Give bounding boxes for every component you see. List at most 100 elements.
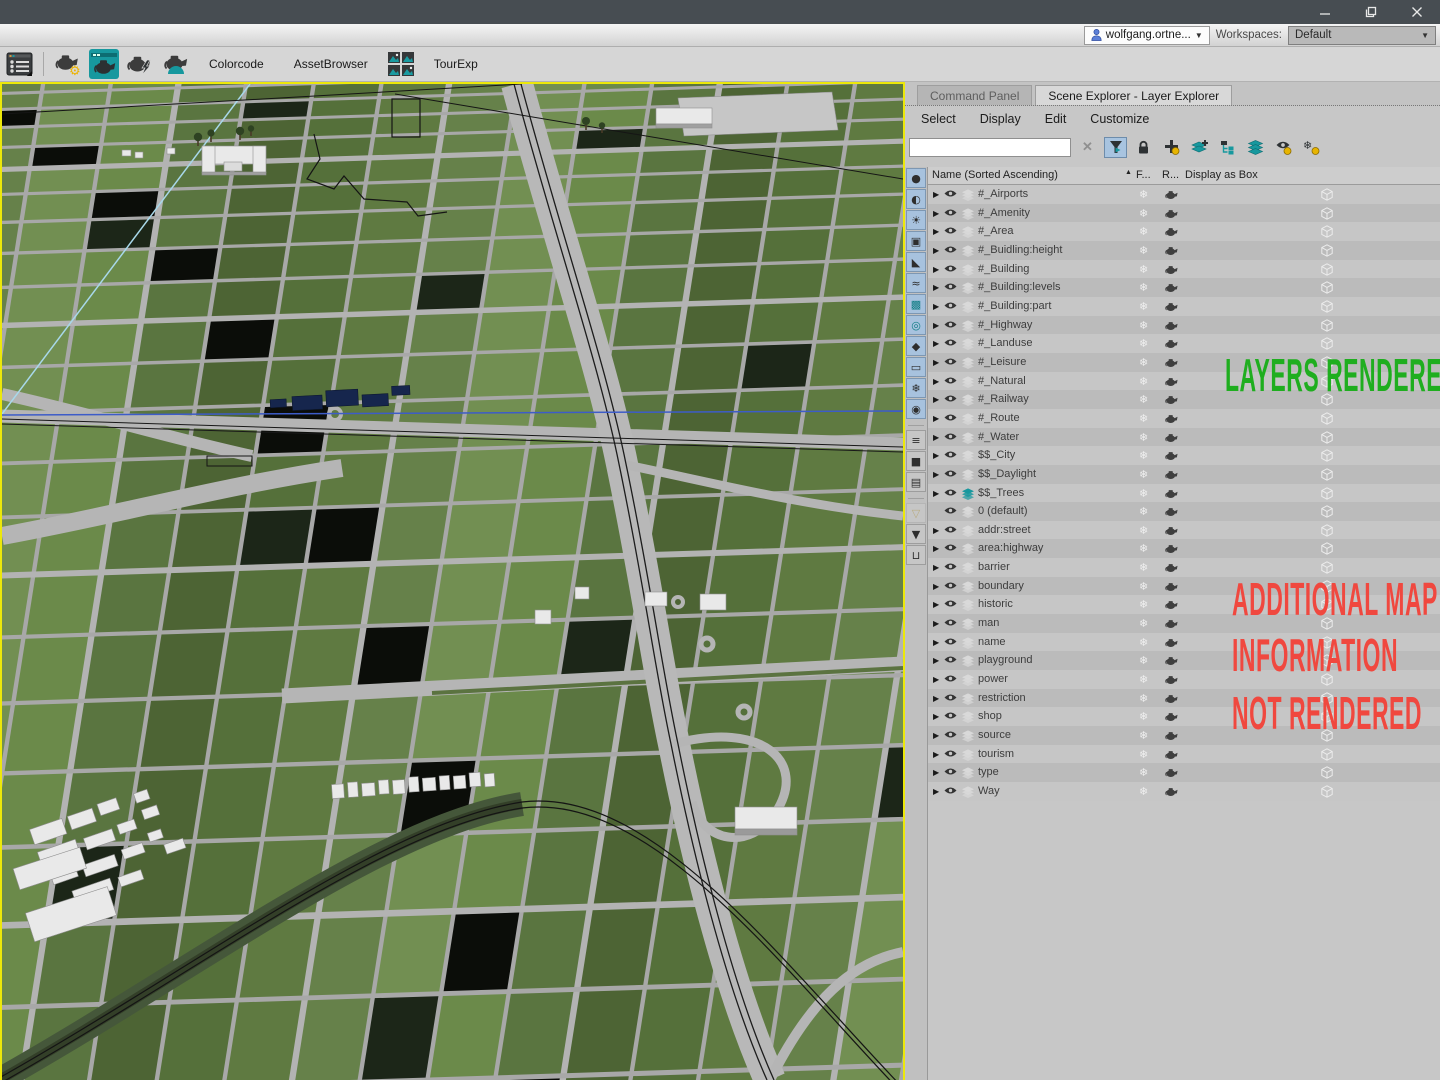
new-layer-button[interactable] [1188,137,1211,158]
visibility-eye-icon[interactable] [944,245,957,254]
display-as-box-icon[interactable] [1321,468,1333,481]
render-teapot-icon[interactable] [1164,618,1178,629]
frozen-snowflake-icon[interactable]: ❄ [1139,225,1148,238]
display-bones-icon[interactable]: ◎ [906,315,926,335]
render-teapot-icon[interactable] [1164,320,1178,331]
frozen-snowflake-icon[interactable]: ❄ [1139,542,1148,555]
scene-explorer-toggle-button[interactable] [4,49,34,79]
render-teapot-icon[interactable] [1164,562,1178,573]
frozen-snowflake-icon[interactable]: ❄ [1139,636,1148,649]
visibility-eye-icon[interactable] [944,450,957,459]
expand-arrow-icon[interactable]: ▶ [933,321,939,330]
user-account-button[interactable]: wolfgang.ortne... ▼ [1083,25,1210,45]
column-frozen[interactable]: F... [1136,169,1151,181]
display-hidden-icon[interactable]: ◉ [906,399,926,419]
render-teapot-icon[interactable] [1164,655,1178,666]
visibility-eye-icon[interactable] [944,394,957,403]
display-shapes-icon[interactable]: ◐ [906,189,926,209]
visibility-eye-icon[interactable] [944,506,957,515]
layer-row-building-part[interactable]: ▶ #_Building:part ❄ [928,296,1440,316]
visibility-eye-icon[interactable] [944,618,957,627]
add-layer-button[interactable] [1160,137,1183,158]
expand-arrow-icon[interactable]: ▶ [933,544,939,553]
render-teapot-icon[interactable] [1164,786,1178,797]
visibility-eye-icon[interactable] [944,189,957,198]
frozen-snowflake-icon[interactable]: ❄ [1139,356,1148,369]
render-teapot-icon[interactable] [1164,469,1178,480]
visibility-eye-icon[interactable] [944,543,957,552]
tab-command-panel[interactable]: Command Panel [917,85,1033,105]
render-teapot-icon[interactable] [1164,749,1178,760]
display-as-box-icon[interactable] [1321,692,1333,705]
render-teapot-icon[interactable] [1164,488,1178,499]
quick-render-button[interactable] [125,49,155,79]
layer-row-0-default[interactable]: 0 (default) ❄ [928,502,1440,521]
render-teapot-icon[interactable] [1164,450,1178,461]
visibility-eye-icon[interactable] [944,637,957,646]
colorcode-button[interactable]: Colorcode [197,57,276,71]
workspace-select[interactable]: Default ▼ [1288,25,1436,45]
hide-by-coin-button[interactable] [1272,137,1295,158]
frozen-snowflake-icon[interactable]: ❄ [1139,505,1148,518]
column-display-as-box[interactable]: Display as Box [1185,169,1258,181]
render-teapot-icon[interactable] [1164,525,1178,536]
layer-row-addr-street[interactable]: ▶ addr:street ❄ [928,520,1440,540]
layer-row-building-levels[interactable]: ▶ #_Building:levels ❄ [928,278,1440,297]
maximize-button[interactable] [1348,0,1394,24]
list-view-icon[interactable]: ▤ [906,472,926,492]
display-as-box-icon[interactable] [1321,188,1333,201]
expand-arrow-icon[interactable]: ▶ [933,451,939,460]
visibility-eye-icon[interactable] [944,599,957,608]
visibility-eye-icon[interactable] [944,357,957,366]
expand-arrow-icon[interactable]: ▶ [933,750,939,759]
menu-select[interactable]: Select [921,112,956,126]
frozen-snowflake-icon[interactable]: ❄ [1139,468,1148,481]
render-teapot-icon[interactable] [1164,693,1178,704]
expand-arrow-icon[interactable]: ▶ [933,600,939,609]
expand-arrow-icon[interactable]: ▶ [933,302,939,311]
display-as-box-icon[interactable] [1321,356,1333,369]
close-button[interactable] [1394,0,1440,24]
layer-row-historic[interactable]: ▶ historic ❄ [928,595,1440,615]
render-teapot-icon[interactable] [1164,264,1178,275]
frozen-snowflake-icon[interactable]: ❄ [1139,487,1148,500]
expand-arrow-icon[interactable]: ▶ [933,731,939,740]
display-containers-icon[interactable]: ▭ [906,357,926,377]
frozen-snowflake-icon[interactable]: ❄ [1139,263,1148,276]
layer-row-building[interactable]: ▶ #_Building ❄ [928,259,1440,279]
assetbrowser-button[interactable]: AssetBrowser [282,57,380,71]
visibility-eye-icon[interactable] [944,749,957,758]
display-as-box-icon[interactable] [1321,580,1333,593]
frozen-snowflake-icon[interactable]: ❄ [1139,393,1148,406]
layer-row-shop[interactable]: ▶ shop ❄ [928,707,1440,727]
render-teapot-icon[interactable] [1164,245,1178,256]
layer-row-city[interactable]: ▶ $$_City ❄ [928,446,1440,465]
expand-arrow-icon[interactable]: ▶ [933,563,939,572]
expand-arrow-icon[interactable]: ▶ [933,656,939,665]
frozen-snowflake-icon[interactable]: ❄ [1139,524,1148,537]
display-as-box-icon[interactable] [1321,617,1333,630]
frozen-snowflake-icon[interactable]: ❄ [1139,300,1148,313]
menu-edit[interactable]: Edit [1045,112,1067,126]
render-teapot-icon[interactable] [1164,338,1178,349]
frozen-snowflake-icon[interactable]: ❄ [1139,710,1148,723]
render-teapot-icon[interactable] [1164,208,1178,219]
expand-arrow-icon[interactable]: ▶ [933,433,939,442]
display-lights-icon[interactable]: ☀ [906,210,926,230]
frozen-snowflake-icon[interactable]: ❄ [1139,766,1148,779]
clear-search-button[interactable]: ✕ [1076,137,1099,158]
expand-arrow-icon[interactable]: ▶ [933,209,939,218]
layer-row-buidling-height[interactable]: ▶ #_Buidling:height ❄ [928,240,1440,260]
frozen-snowflake-icon[interactable]: ❄ [1139,561,1148,574]
layer-row-airports[interactable]: ▶ #_Airports ❄ [928,185,1440,204]
display-as-box-icon[interactable] [1321,375,1333,388]
render-teapot-icon[interactable] [1164,282,1178,293]
frozen-snowflake-icon[interactable]: ❄ [1139,449,1148,462]
expand-arrow-icon[interactable]: ▶ [933,768,939,777]
frozen-snowflake-icon[interactable]: ❄ [1139,412,1148,425]
expand-arrow-icon[interactable]: ▶ [933,470,939,479]
frozen-snowflake-icon[interactable]: ❄ [1139,244,1148,257]
expand-arrow-icon[interactable]: ▶ [933,246,939,255]
expand-arrow-icon[interactable]: ▶ [933,395,939,404]
lock-button[interactable] [1132,137,1155,158]
